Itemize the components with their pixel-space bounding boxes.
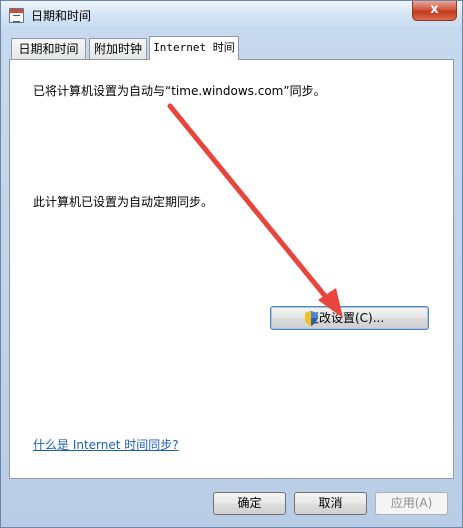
help-link-internet-time-sync[interactable]: 什么是 Internet 时间同步? bbox=[33, 436, 179, 453]
apply-button[interactable]: 应用(A) bbox=[375, 492, 448, 515]
uac-shield-icon bbox=[305, 311, 317, 326]
close-button[interactable]: x bbox=[412, 1, 457, 21]
tab-internet-time-label: Internet 时间 bbox=[153, 41, 235, 54]
change-settings-button[interactable]: 更改设置(C)... bbox=[270, 306, 429, 330]
tab-date-time[interactable]: 日期和时间 bbox=[11, 38, 86, 60]
calendar-clock-icon bbox=[9, 8, 24, 23]
tab-additional-clocks[interactable]: 附加时钟 bbox=[89, 38, 147, 60]
title-bar[interactable]: 日期和时间 x bbox=[1, 1, 462, 29]
ok-button[interactable]: 确定 bbox=[213, 492, 286, 515]
internet-time-panel bbox=[9, 59, 454, 479]
cancel-button[interactable]: 取消 bbox=[294, 492, 367, 515]
window-title: 日期和时间 bbox=[31, 9, 92, 23]
tab-internet-time[interactable]: Internet 时间 bbox=[149, 36, 239, 60]
sync-status-text: 已将计算机设置为自动与“time.windows.com”同步。 bbox=[33, 84, 326, 98]
schedule-status-text: 此计算机已设置为自动定期同步。 bbox=[33, 195, 214, 209]
change-settings-label: 更改设置(C)... bbox=[307, 311, 385, 325]
